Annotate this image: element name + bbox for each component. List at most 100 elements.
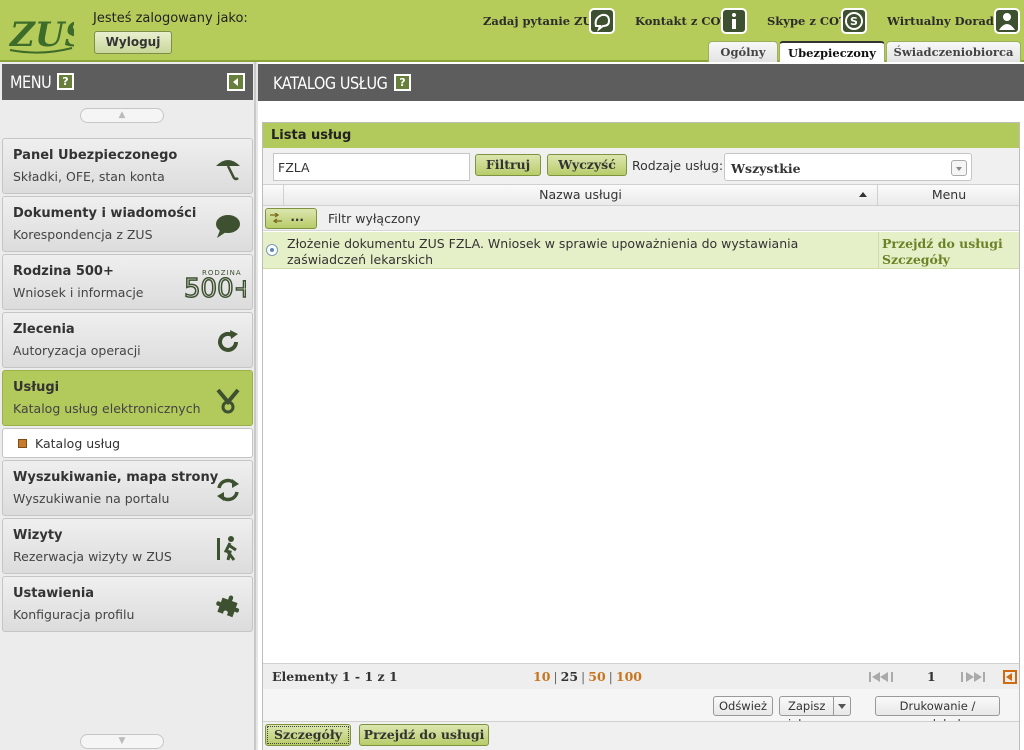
virtual-advisor-link[interactable]: Wirtualny Doradca bbox=[887, 14, 1008, 28]
goto-service-link[interactable]: Przejdź do usługi bbox=[882, 236, 1003, 252]
rodzina-500-icon: RODZINA 500+ bbox=[184, 269, 246, 299]
chevron-down-icon[interactable] bbox=[951, 160, 967, 176]
page-number[interactable]: 1 bbox=[927, 669, 936, 684]
table-row[interactable]: Złożenie dokumentu ZUS FZLA. Wniosek w s… bbox=[263, 232, 1019, 269]
page-title: KATALOG USŁUG bbox=[273, 74, 388, 94]
page-size-option[interactable]: 10 bbox=[533, 669, 550, 684]
zus-logo[interactable]: ZUS bbox=[8, 10, 74, 54]
services-icon bbox=[216, 388, 240, 414]
filter-arrows-icon bbox=[270, 213, 282, 223]
rodzina-icon-big-text: 500+ bbox=[184, 274, 246, 299]
menu-item-panel[interactable]: Panel Ubezpieczonego Składki, OFE, stan … bbox=[2, 138, 253, 194]
collapse-menu-icon[interactable] bbox=[227, 73, 245, 91]
clear-button[interactable]: Wyczyść bbox=[547, 154, 627, 176]
refresh-icon bbox=[218, 330, 238, 352]
page-size-option-current[interactable]: 25 bbox=[561, 669, 578, 684]
service-types-label: Rodzaje usług: bbox=[632, 158, 724, 173]
menu-item-sub: Wniosek i informacje bbox=[13, 285, 144, 300]
menu-item-search[interactable]: Wyszukiwanie, mapa strony Wyszukiwanie n… bbox=[2, 460, 253, 516]
skype-icon[interactable]: S bbox=[841, 8, 867, 34]
tab-beneficiary[interactable]: Świadczeniobiorca bbox=[886, 41, 1021, 62]
menu-item-title: Usługi bbox=[13, 380, 60, 395]
menu-item-documents[interactable]: Dokumenty i wiadomości Korespondencja z … bbox=[2, 196, 253, 252]
column-header-name[interactable]: Nazwa usługi bbox=[283, 185, 878, 205]
details-link[interactable]: Szczegóły bbox=[882, 252, 1003, 268]
submenu-item-catalog[interactable]: Katalog usług bbox=[2, 428, 253, 458]
menu-item-sub: Konfiguracja profilu bbox=[13, 607, 135, 622]
chat-icon[interactable] bbox=[589, 8, 615, 34]
menu-title: MENU bbox=[10, 73, 52, 93]
sync-icon bbox=[217, 478, 239, 502]
menu-item-title: Ustawienia bbox=[13, 586, 95, 601]
logged-in-label: Jesteś zalogowany jako: bbox=[93, 11, 248, 26]
refresh-button[interactable]: Odśwież bbox=[713, 696, 773, 716]
menu-item-title: Wyszukiwanie, mapa strony bbox=[13, 470, 219, 485]
menu-item-title: Rodzina 500+ bbox=[13, 264, 114, 279]
main-content: KATALOG USŁUG ? Lista usług Filtruj Wycz… bbox=[258, 62, 1024, 750]
column-header-menu: Menu bbox=[931, 187, 967, 202]
menu-item-settings[interactable]: Ustawienia Konfiguracja profilu bbox=[2, 576, 253, 632]
elements-count: Elementy 1 - 1 z 1 bbox=[272, 669, 398, 684]
pager-bar: Elementy 1 - 1 z 1 10 | 25 | 50 | 100 1 bbox=[263, 663, 1019, 689]
table-header: Nazwa usługi Menu bbox=[263, 184, 1019, 206]
service-types-select[interactable]: Wszystkie bbox=[724, 153, 972, 181]
menu-help-icon[interactable]: ? bbox=[57, 73, 74, 90]
services-list-panel: Lista usług Filtruj Wyczyść Rodzaje usłu… bbox=[262, 122, 1020, 750]
contact-cot-link[interactable]: Kontakt z COT bbox=[635, 14, 729, 28]
menu-item-orders[interactable]: Zlecenia Autoryzacja operacji bbox=[2, 312, 253, 368]
person-icon[interactable] bbox=[994, 8, 1020, 34]
first-page-icon[interactable] bbox=[869, 671, 895, 683]
page-size-option[interactable]: 100 bbox=[616, 669, 642, 684]
save-as-button[interactable]: Zapisz jako bbox=[779, 696, 851, 731]
menu-header: MENU ? bbox=[2, 64, 253, 100]
menu-item-sub: Składki, OFE, stan konta bbox=[13, 169, 165, 184]
list-header: Lista usług bbox=[263, 123, 1019, 148]
page-help-icon[interactable]: ? bbox=[394, 74, 411, 91]
submenu-label: Katalog usług bbox=[35, 436, 121, 451]
skype-cot-link[interactable]: Skype z COT bbox=[767, 14, 848, 28]
filter-state-label: Filtr wyłączony bbox=[328, 211, 421, 226]
row-radio[interactable] bbox=[266, 244, 278, 256]
menu-item-sub: Katalog usług elektronicznych bbox=[13, 401, 201, 416]
svg-text:S: S bbox=[850, 15, 858, 28]
menu-item-title: Zlecenia bbox=[13, 322, 75, 337]
sort-ascending-icon[interactable] bbox=[859, 192, 867, 197]
menu-item-title: Wizyty bbox=[13, 528, 63, 543]
chevron-down-icon[interactable] bbox=[833, 697, 850, 715]
goto-service-button[interactable]: Przejdź do usługi bbox=[359, 724, 489, 746]
tab-general[interactable]: Ogólny bbox=[708, 41, 778, 62]
details-button[interactable]: Szczegóły bbox=[265, 724, 351, 746]
menu-item-rodzina[interactable]: Rodzina 500+ Wniosek i informacje RODZIN… bbox=[2, 254, 253, 310]
menu-item-title: Panel Ubezpieczonego bbox=[13, 148, 178, 163]
menu-item-visits[interactable]: Wizyty Rezerwacja wizyty w ZUS bbox=[2, 518, 253, 574]
bottom-bar: Szczegóły Przejdź do usługi bbox=[263, 721, 1019, 750]
page-size-selector: 10 | 25 | 50 | 100 bbox=[533, 669, 642, 684]
main-header: KATALOG USŁUG ? bbox=[258, 64, 1024, 101]
row-links: Przejdź do usługi Szczegóły bbox=[882, 236, 1003, 268]
scroll-down-button[interactable]: ▼ bbox=[80, 734, 164, 749]
menu-item-sub: Korespondencja z ZUS bbox=[13, 227, 153, 242]
menu-item-services[interactable]: Usługi Katalog usług elektronicznych bbox=[2, 370, 253, 426]
filter-button[interactable]: Filtruj bbox=[475, 154, 541, 176]
service-name: Złożenie dokumentu ZUS FZLA. Wniosek w s… bbox=[287, 236, 799, 267]
search-input[interactable] bbox=[273, 153, 470, 181]
filter-bar: Filtruj Wyczyść Rodzaje usług: Wszystkie bbox=[263, 148, 1019, 184]
last-page-icon[interactable] bbox=[959, 671, 985, 683]
scroll-up-button[interactable]: ▲ bbox=[80, 108, 164, 123]
info-icon[interactable] bbox=[721, 8, 747, 34]
bullet-icon bbox=[18, 439, 27, 448]
menu-item-sub: Autoryzacja operacji bbox=[13, 343, 141, 358]
export-icon[interactable] bbox=[1003, 670, 1017, 684]
menu-item-title: Dokumenty i wiadomości bbox=[13, 206, 197, 221]
umbrella-icon bbox=[216, 160, 240, 181]
filter-options-button[interactable]: ... bbox=[265, 208, 317, 229]
print-preview-button[interactable]: Drukowanie / podgląd bbox=[875, 696, 1000, 731]
service-types-value: Wszystkie bbox=[731, 161, 801, 176]
logout-button[interactable]: Wyloguj bbox=[94, 31, 172, 54]
filter-row: ... Filtr wyłączony bbox=[263, 206, 1019, 231]
ask-zus-link[interactable]: Zadaj pytanie ZUS bbox=[483, 14, 601, 28]
tab-insured[interactable]: Ubezpieczony bbox=[779, 41, 885, 63]
page-navigation: 1 bbox=[869, 669, 1019, 685]
top-header: ZUS Jesteś zalogowany jako: Wyloguj Zada… bbox=[0, 0, 1024, 63]
page-size-option[interactable]: 50 bbox=[588, 669, 605, 684]
